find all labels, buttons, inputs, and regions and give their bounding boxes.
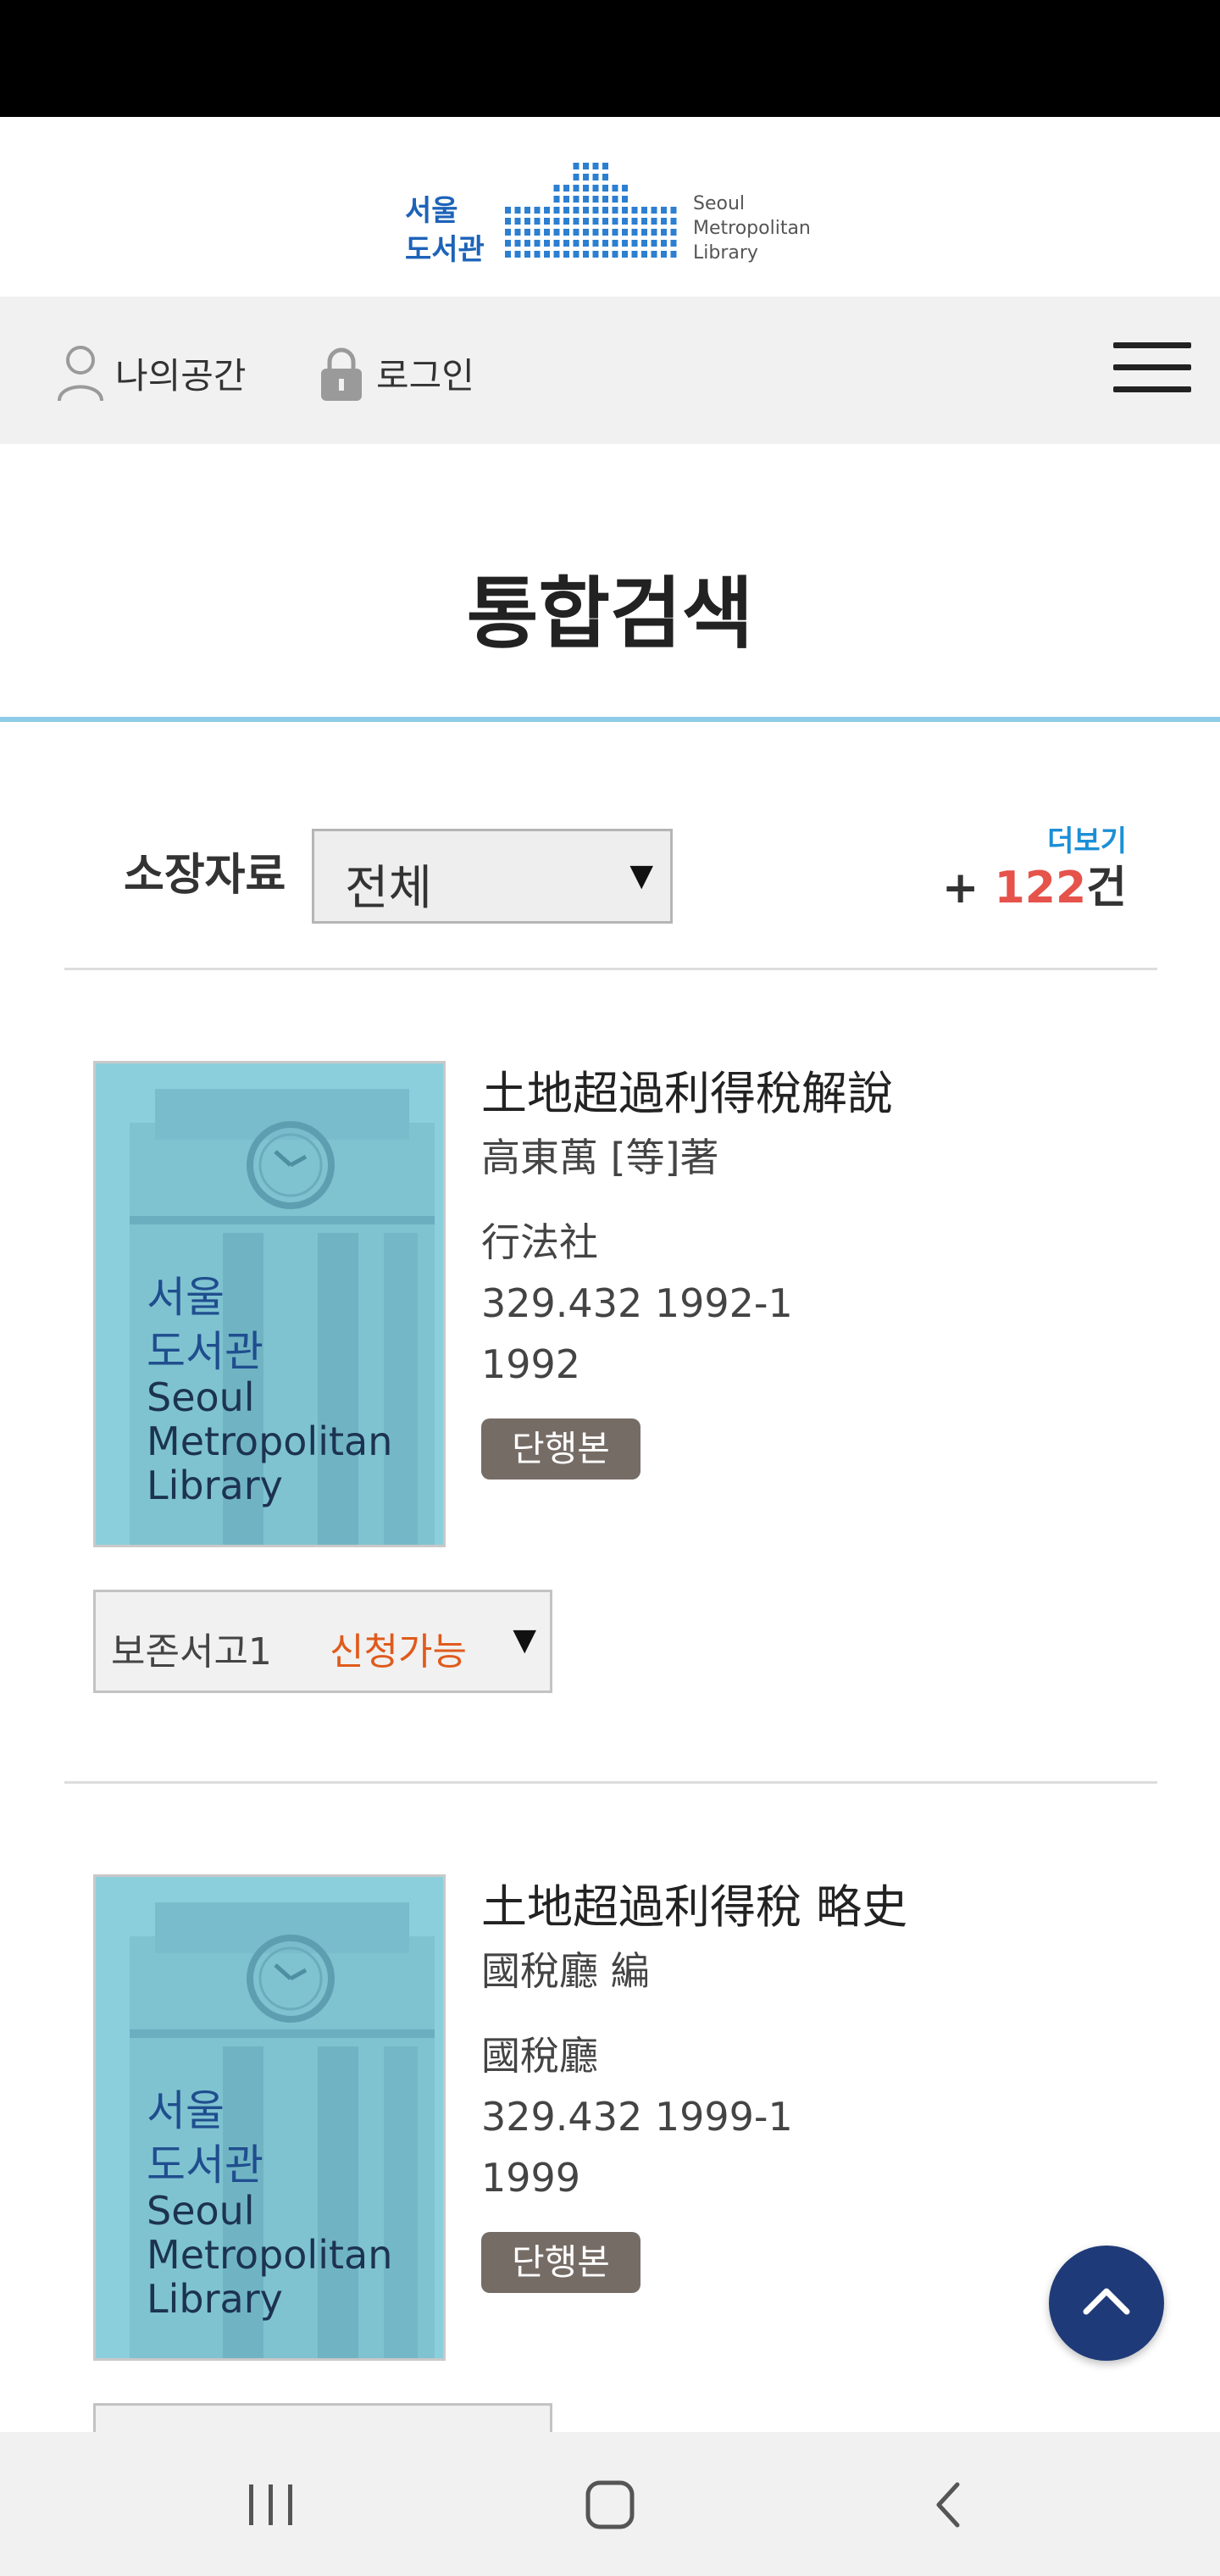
status-bar <box>0 0 1220 117</box>
login-label: 로그인 <box>376 354 474 397</box>
holding-status-select[interactable]: 보존서고1 신청가능 ▼ <box>93 1590 552 1693</box>
book-type-badge: 단행본 <box>481 1418 640 1480</box>
holding-status: 신청가능 <box>330 1630 467 1674</box>
my-space-link[interactable]: 나의공간 <box>56 339 247 407</box>
dropdown-arrow-icon: ▼ <box>629 858 653 893</box>
logo-en-line2: Metropolitan <box>693 218 811 239</box>
count-prefix: + <box>941 863 995 913</box>
person-icon <box>58 346 103 402</box>
book-info: 土地超過利得稅 略史 國稅廳 編 國稅廳 329.432 1999-1 1999… <box>481 1879 907 2293</box>
page-title: 통합검색 <box>466 569 754 659</box>
scroll-to-top-button[interactable] <box>1049 2246 1164 2361</box>
divider <box>64 968 1157 970</box>
recent-apps-icon[interactable] <box>246 2481 297 2529</box>
book-publisher: 國稅廳 <box>481 2033 598 2079</box>
system-nav-bar <box>0 2432 1220 2576</box>
chevron-up-icon <box>1083 2288 1130 2315</box>
book-call-number: 329.432 1999-1 <box>481 2094 793 2140</box>
cover-en-text: Seoul Metropolitan Library <box>147 1374 393 1508</box>
logo-en-line3: Library <box>693 242 758 264</box>
logo-english-text: Seoul Metropolitan Library <box>693 192 811 265</box>
login-link[interactable]: 로그인 <box>317 339 474 407</box>
cover-kr-text: 서울 도서관 <box>147 2086 263 2190</box>
library-logo-icon[interactable] <box>502 158 681 266</box>
book-title[interactable]: 土地超過利得稅 略史 <box>481 1879 907 1935</box>
count-number: 122 <box>994 863 1087 913</box>
divider <box>64 1781 1157 1784</box>
collection-filter-select[interactable]: 전체 ▼ <box>312 829 673 924</box>
menu-hamburger-icon[interactable] <box>1113 342 1191 393</box>
cover-en-text: Seoul Metropolitan Library <box>147 2188 393 2322</box>
book-year: 1999 <box>481 2155 581 2201</box>
book-author: 國稅廳 編 <box>481 1948 650 1994</box>
collection-filter-label: 소장자료 <box>124 850 286 901</box>
title-divider <box>0 717 1220 722</box>
book-cover-image[interactable]: 서울 도서관 Seoul Metropolitan Library <box>93 1061 446 1547</box>
book-cover-image[interactable]: 서울 도서관 Seoul Metropolitan Library <box>93 1874 446 2361</box>
book-type-badge: 단행본 <box>481 2232 640 2293</box>
book-publisher: 行法社 <box>481 1219 598 1265</box>
logo-kr-line2: 도서관 <box>405 233 485 267</box>
result-count[interactable]: + 122건 <box>942 852 1127 915</box>
book-year: 1992 <box>481 1341 581 1387</box>
dropdown-arrow-icon: ▼ <box>513 1623 536 1657</box>
my-space-label: 나의공간 <box>115 354 247 397</box>
filter-selected-value: 전체 <box>345 861 433 916</box>
logo-korean-text[interactable]: 서울 도서관 <box>405 192 485 269</box>
cover-kr-text: 서울 도서관 <box>147 1273 263 1376</box>
book-title[interactable]: 土地超過利得稅解說 <box>481 1066 893 1122</box>
book-author: 高東萬 [等]著 <box>481 1135 719 1180</box>
logo-en-line1: Seoul <box>693 193 746 214</box>
book-call-number: 329.432 1992-1 <box>481 1280 793 1326</box>
logo-kr-line1: 서울 <box>405 194 458 228</box>
home-icon[interactable] <box>585 2479 635 2530</box>
back-icon[interactable] <box>932 2481 966 2529</box>
count-suffix: 건 <box>1086 863 1127 913</box>
book-info: 土地超過利得稅解說 高東萬 [等]著 行法社 329.432 1992-1 19… <box>481 1066 893 1480</box>
holding-location: 보존서고1 <box>111 1630 272 1674</box>
lock-icon <box>321 347 362 401</box>
